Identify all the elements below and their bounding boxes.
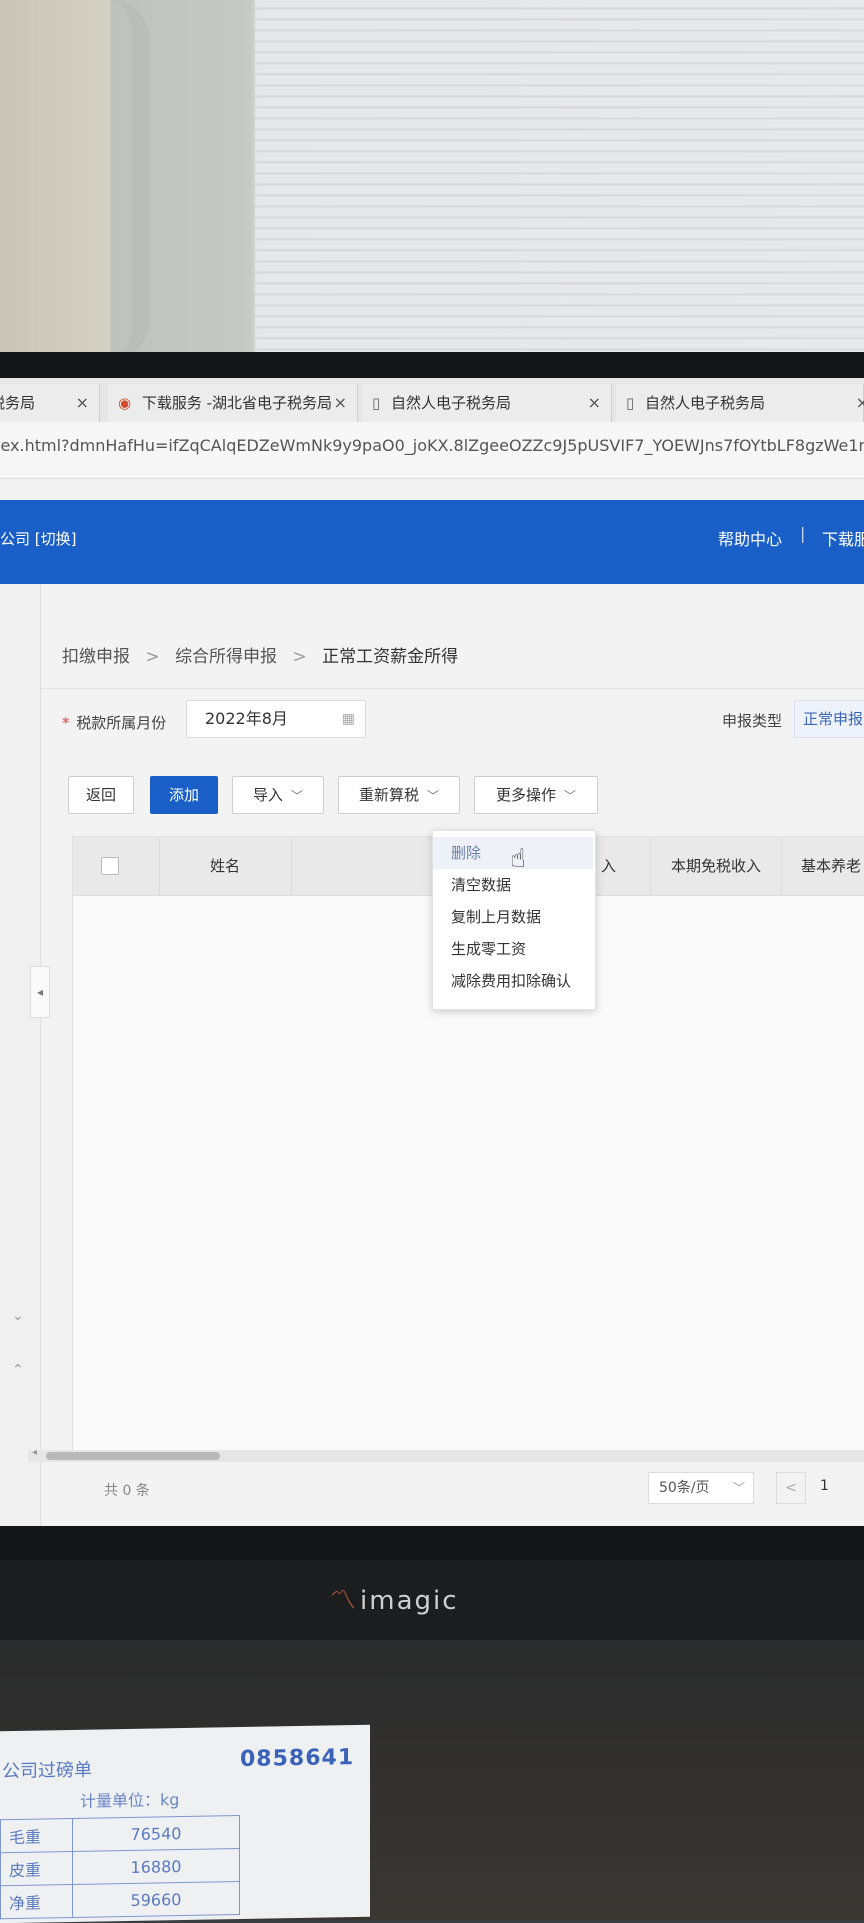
back-button[interactable]: 返回 xyxy=(68,776,134,814)
slip-label: 净重 xyxy=(0,1884,73,1919)
scrollbar-thumb[interactable] xyxy=(46,1452,220,1460)
menu-item-zero-salary[interactable]: 生成零工资 xyxy=(433,933,593,965)
slip-label: 毛重 xyxy=(0,1818,73,1853)
browser-tab[interactable]: ◉ 下载服务 -湖北省电子税务局 × xyxy=(108,384,358,422)
declaration-type-label: 申报类型 xyxy=(722,712,783,730)
slip-table: 毛重 76540 皮重 16880 净重 59660 xyxy=(0,1815,240,1919)
monitor-brand: 〽imagic xyxy=(330,1580,459,1617)
add-button-label: 添加 xyxy=(168,786,199,804)
back-button-label: 返回 xyxy=(85,786,116,804)
close-icon[interactable]: × xyxy=(334,384,347,422)
horizontal-scrollbar[interactable]: ◂ xyxy=(28,1447,864,1462)
breadcrumb-arrow: > xyxy=(292,647,307,667)
breadcrumb-item[interactable]: 扣缴申报 xyxy=(62,647,130,667)
scroll-left-icon[interactable]: ◂ xyxy=(32,1447,37,1458)
divider xyxy=(40,688,864,689)
more-actions-button-label: 更多操作 xyxy=(495,786,556,804)
chevron-down-icon: ﹀ xyxy=(564,789,577,803)
download-link[interactable]: 下载服 xyxy=(822,526,864,550)
menu-item-copy-last-month[interactable]: 复制上月数据 xyxy=(433,901,593,933)
recalculate-button-label: 重新算税 xyxy=(358,786,419,804)
total-count: 共 0 条 xyxy=(104,1483,150,1499)
background-pipe xyxy=(60,0,150,360)
declaration-type-select[interactable]: 正常申报 xyxy=(794,700,864,738)
chevron-down-icon: ﹀ xyxy=(291,789,304,803)
breadcrumb: 扣缴申报 > 综合所得申报 > 正常工资薪金所得 xyxy=(62,642,458,667)
page-size-value: 50条/页 xyxy=(659,1480,710,1496)
slip-title: 公司过磅单 xyxy=(2,1759,92,1783)
tab-label: 自然人电子税务局 xyxy=(645,394,766,412)
close-icon[interactable]: × xyxy=(856,384,864,422)
chevron-up-icon[interactable]: ⌃ xyxy=(12,1362,24,1378)
add-button[interactable]: 添加 xyxy=(150,776,218,814)
period-value: 2022年8月 xyxy=(205,709,288,728)
slip-code: 0858641 xyxy=(240,1745,355,1773)
required-mark: * xyxy=(62,714,70,732)
address-bar[interactable]: lex.html?dmnHafHu=ifZqCAlqEDZeWmNk9y9paO… xyxy=(0,422,864,479)
window-blind xyxy=(255,0,864,360)
page-size-select[interactable]: 50条/页 ﹀ xyxy=(648,1472,754,1504)
import-button-label: 导入 xyxy=(252,786,283,804)
slip-unit: 计量单位：kg xyxy=(80,1790,180,1811)
menu-item-deduction-confirm[interactable]: 减除费用扣除确认 xyxy=(433,965,593,997)
hand-cursor-icon: ☝ xyxy=(510,844,526,874)
calendar-icon[interactable]: ▦ xyxy=(342,701,355,737)
header-separator: | xyxy=(800,524,806,543)
chevron-down-icon: ﹀ xyxy=(427,789,440,803)
slip-value: 59660 xyxy=(72,1881,240,1918)
brand-text: imagic xyxy=(360,1586,459,1616)
select-all-checkbox[interactable] xyxy=(101,857,119,875)
breadcrumb-arrow: > xyxy=(145,647,160,667)
slip-label: 皮重 xyxy=(0,1851,73,1886)
chevron-down-icon: ﹀ xyxy=(732,1481,745,1495)
breadcrumb-item[interactable]: 综合所得申报 xyxy=(175,647,277,667)
brand-logo-icon: 〽 xyxy=(330,1586,359,1616)
close-icon[interactable]: × xyxy=(76,384,89,422)
declaration-type-value: 正常申报 xyxy=(803,710,864,728)
tab-label: 自然人电子税务局 xyxy=(391,394,512,412)
current-page[interactable]: 1 xyxy=(820,1478,829,1494)
sidebar-collapse-button[interactable]: ◂ xyxy=(30,966,50,1018)
period-picker[interactable]: 2022年8月 ▦ xyxy=(186,700,366,738)
table-row: 皮重 16880 xyxy=(0,1848,240,1886)
table-row: 毛重 76540 xyxy=(0,1815,240,1853)
select-all-column xyxy=(73,837,160,895)
help-center-link[interactable]: 帮助中心 xyxy=(718,526,782,550)
slip-value: 16880 xyxy=(72,1848,240,1885)
browser-tab[interactable]: ▯ 自然人电子税务局 × xyxy=(362,384,612,422)
recalculate-button[interactable]: 重新算税 ﹀ xyxy=(338,776,460,814)
page-icon: ▯ xyxy=(372,394,381,412)
browser-tab[interactable]: ▯ 自然人电子税务局 × xyxy=(616,384,864,422)
tab-label: 税务局 xyxy=(0,394,36,412)
close-icon[interactable]: × xyxy=(588,384,601,422)
screen: 税务局 × ◉ 下载服务 -湖北省电子税务局 × ▯ 自然人电子税务局 × ▯ … xyxy=(0,378,864,1526)
column-header[interactable]: 基本养老 xyxy=(781,837,864,895)
sidebar: ⌄ ⌃ xyxy=(0,584,41,1526)
page-icon: ▯ xyxy=(626,394,635,412)
emblem-icon: ◉ xyxy=(118,394,132,412)
import-button[interactable]: 导入 ﹀ xyxy=(232,776,324,814)
tab-label: 下载服务 -湖北省电子税务局 xyxy=(141,394,333,412)
breadcrumb-current: 正常工资薪金所得 xyxy=(322,647,459,667)
column-header[interactable]: 本期免税收入 xyxy=(651,837,782,895)
chevron-down-icon[interactable]: ⌄ xyxy=(12,1308,24,1324)
url-text: lex.html?dmnHafHu=ifZqCAlqEDZeWmNk9y9paO… xyxy=(0,436,864,455)
browser-tab[interactable]: 税务局 × xyxy=(0,384,100,422)
weighing-slip: 公司过磅单 0858641 计量单位：kg 毛重 76540 皮重 16880 … xyxy=(0,1724,370,1923)
slip-value: 76540 xyxy=(72,1815,240,1852)
app-header: 公司 [切换] 帮助中心 | 下载服 xyxy=(0,500,864,584)
table-row: 净重 59660 xyxy=(0,1881,240,1919)
browser-tab-bar: 税务局 × ◉ 下载服务 -湖北省电子税务局 × ▯ 自然人电子税务局 × ▯ … xyxy=(0,378,864,422)
more-actions-button[interactable]: 更多操作 ﹀ xyxy=(474,776,598,814)
company-switch[interactable]: 公司 [切换] xyxy=(0,528,76,549)
period-label-text: 税款所属月份 xyxy=(76,714,167,732)
period-label: * 税款所属月份 xyxy=(62,712,166,733)
column-header[interactable]: 姓名 xyxy=(159,837,292,895)
prev-page-button[interactable]: < xyxy=(776,1472,806,1504)
